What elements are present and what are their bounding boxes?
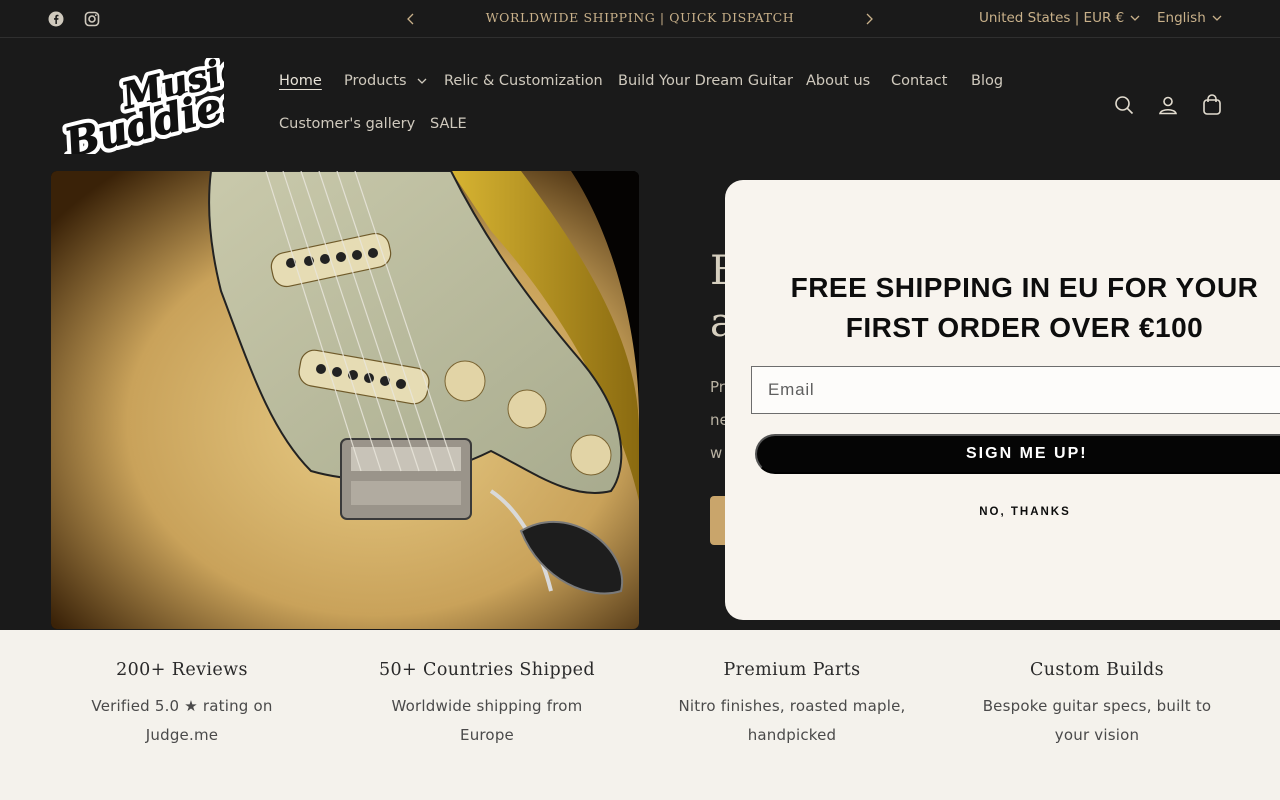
popup-title-line1: FREE SHIPPING IN EU FOR YOUR: [790, 272, 1259, 303]
features-strip: 200+ Reviews Verified 5.0 ★ rating on Jud…: [0, 630, 1280, 800]
feature-description: Bespoke guitar specs, built to your visio…: [957, 692, 1237, 750]
country-label: United States | EUR €: [979, 10, 1125, 26]
nav-sale-label: SALE: [430, 116, 467, 132]
feature-title: 50+ Countries Shipped: [378, 660, 596, 680]
feature-line1: Nitro finishes, roasted maple,: [678, 697, 906, 715]
popup-title-line2: FIRST ORDER OVER €100: [845, 312, 1204, 343]
nav-home-label: Home: [279, 73, 322, 89]
feature-title: Premium Parts: [723, 660, 861, 680]
nav-blog-label: Blog: [971, 73, 1004, 89]
nav-relic-customization[interactable]: Relic & Customization: [444, 73, 603, 89]
announcement-prev-button[interactable]: [401, 9, 421, 29]
popup-title: FREE SHIPPING IN EU FOR YOUR FIRST ORDER…: [725, 268, 1280, 348]
feature-line2: Judge.me: [145, 726, 219, 744]
feature-custom-builds: Custom Builds Bespoke guitar specs, buil…: [957, 660, 1237, 750]
cart-icon: [1203, 94, 1221, 115]
feature-line2: handpicked: [747, 726, 837, 744]
feature-title: Custom Builds: [1029, 660, 1165, 680]
facebook-icon[interactable]: [47, 10, 65, 28]
feature-title: 200+ Reviews: [116, 660, 248, 680]
chevron-down-icon: [1212, 15, 1222, 21]
chevron-down-icon: [1130, 15, 1140, 21]
chevron-right-icon: [866, 13, 873, 25]
language-selector[interactable]: English: [1157, 10, 1222, 26]
nav-about-label: About us: [806, 73, 871, 89]
nav-blog[interactable]: Blog: [971, 73, 1003, 89]
nav-gallery-label: Customer's gallery: [279, 116, 416, 132]
chevron-left-icon: [407, 13, 414, 25]
search-button[interactable]: [1112, 93, 1136, 117]
nav-contact[interactable]: Contact: [891, 73, 947, 89]
nav-sale[interactable]: SALE: [430, 116, 467, 132]
nav-customer-gallery[interactable]: Customer's gallery: [279, 116, 415, 132]
nav-home[interactable]: Home: [279, 73, 322, 89]
nav-build-label: Build Your Dream Guitar: [618, 73, 793, 89]
search-icon: [1115, 96, 1134, 115]
feature-parts: Premium Parts Nitro finishes, roasted ma…: [652, 660, 932, 750]
account-button[interactable]: [1156, 93, 1180, 117]
nav-relic-label: Relic & Customization: [444, 73, 603, 89]
feature-description: Verified 5.0 ★ rating on Judge.me: [42, 692, 322, 750]
instagram-icon[interactable]: [83, 10, 101, 28]
announcement-next-button[interactable]: [859, 9, 879, 29]
feature-line1: Worldwide shipping from: [391, 697, 583, 715]
feature-description: Nitro finishes, roasted maple, handpicked: [652, 692, 932, 750]
hero-guitar-image: [51, 171, 639, 629]
nav-about[interactable]: About us: [806, 73, 870, 89]
email-field[interactable]: [751, 366, 1280, 414]
sign-up-button[interactable]: SIGN ME UP!: [755, 434, 1280, 474]
feature-description: Worldwide shipping from Europe: [347, 692, 627, 750]
country-selector[interactable]: United States | EUR €: [979, 10, 1140, 26]
announcement-bar: WORLDWIDE SHIPPING | QUICK DISPATCH Unit…: [0, 0, 1280, 38]
nav-contact-label: Contact: [891, 73, 948, 89]
feature-countries: 50+ Countries Shipped Worldwide shipping…: [347, 660, 627, 750]
nav-products[interactable]: Products: [344, 73, 427, 89]
account-icon: [1159, 96, 1177, 115]
cart-button[interactable]: [1200, 93, 1224, 117]
feature-line2: your vision: [1054, 726, 1140, 744]
announcement-text: WORLDWIDE SHIPPING | QUICK DISPATCH: [485, 10, 795, 25]
no-thanks-button[interactable]: NO, THANKS: [725, 506, 1280, 518]
language-label: English: [1157, 10, 1206, 26]
feature-line1: Verified 5.0 ★ rating on: [91, 697, 273, 715]
feature-line2: Europe: [460, 726, 514, 744]
nav-build-guitar[interactable]: Build Your Dream Guitar: [618, 73, 793, 89]
chevron-down-icon: [417, 78, 427, 84]
newsletter-popup: FREE SHIPPING IN EU FOR YOUR FIRST ORDER…: [725, 180, 1280, 620]
feature-reviews: 200+ Reviews Verified 5.0 ★ rating on Jud…: [42, 660, 322, 750]
feature-line1: Bespoke guitar specs, built to: [982, 697, 1212, 715]
nav-products-label: Products: [344, 73, 407, 89]
logo[interactable]: Music Music Buddies Buddies: [55, 43, 253, 172]
